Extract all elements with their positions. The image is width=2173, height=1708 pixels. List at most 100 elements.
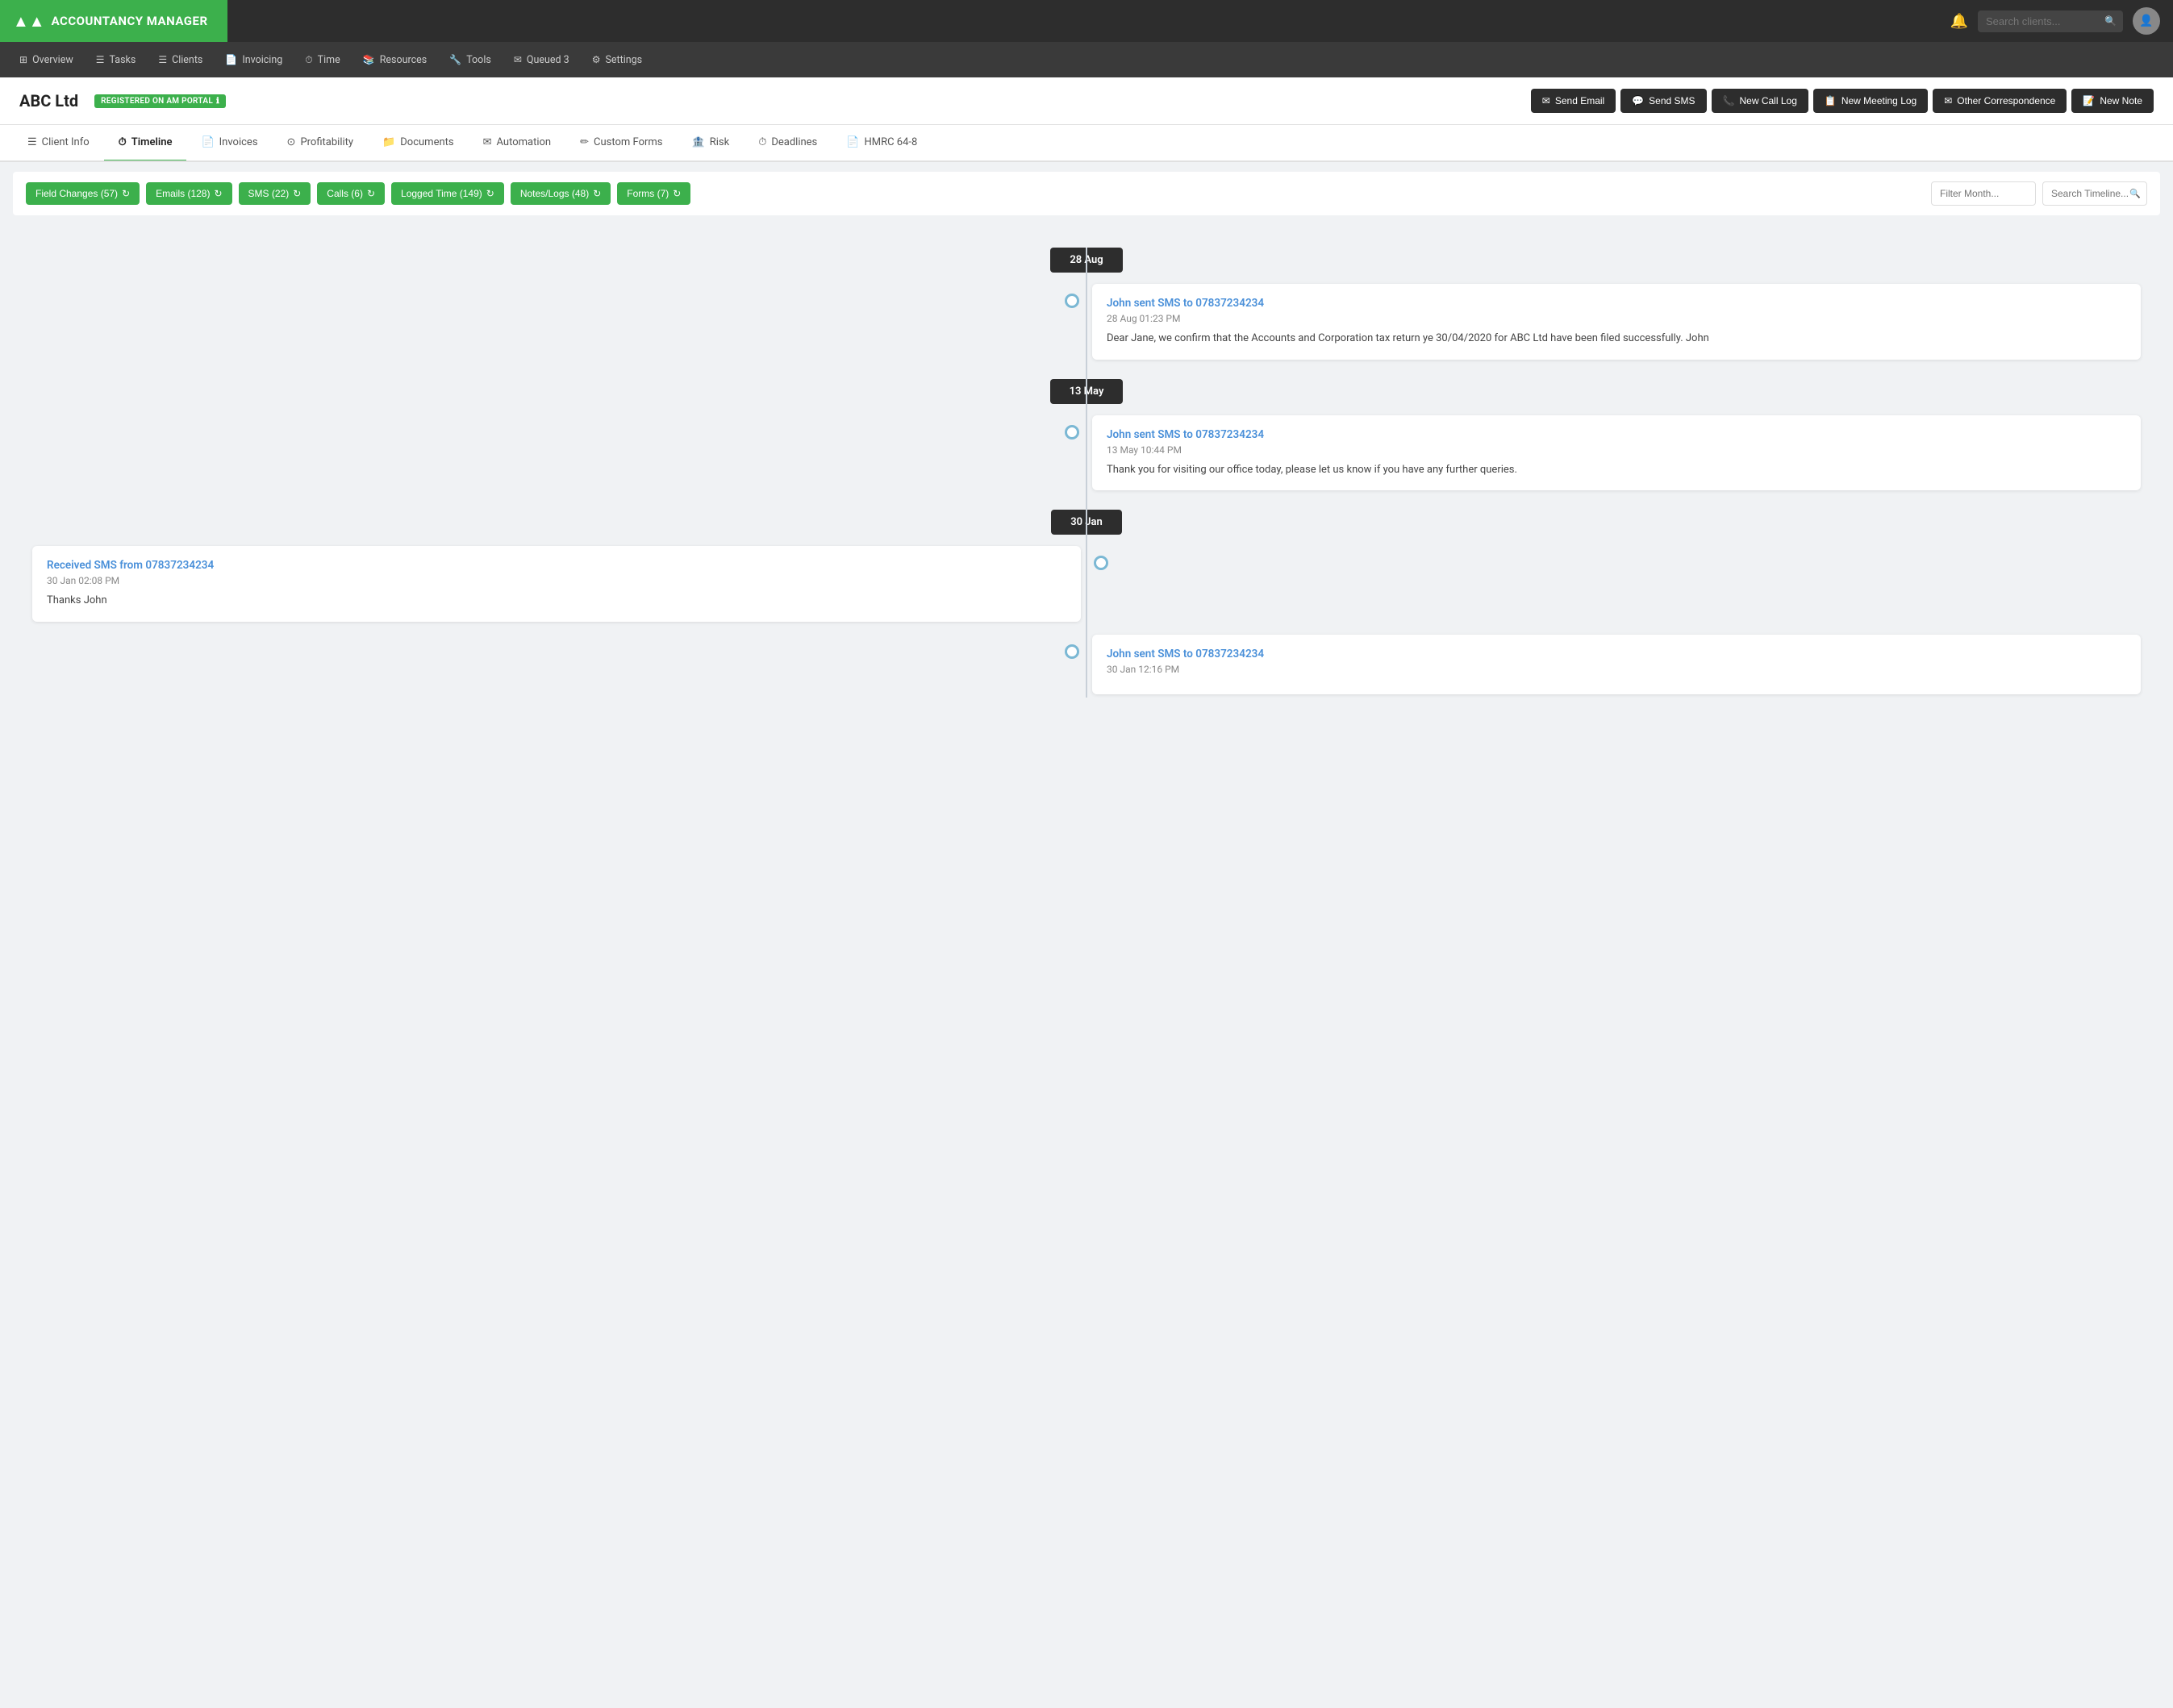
tab-risk-label: Risk — [710, 136, 729, 148]
tab-documents-label: Documents — [400, 136, 453, 148]
refresh-icon-7: ↻ — [673, 188, 681, 199]
new-call-log-button[interactable]: 📞 New Call Log — [1712, 89, 1808, 113]
avatar[interactable]: 👤 — [2133, 7, 2160, 35]
timeline-entry-2: John sent SMS to 07837234234 13 May 10:4… — [32, 412, 2141, 494]
nav-resources[interactable]: 📚 Resources — [353, 49, 437, 71]
content-area: Field Changes (57) ↻ Emails (128) ↻ SMS … — [0, 172, 2173, 733]
tab-deadlines-label: Deadlines — [771, 136, 817, 148]
tab-risk[interactable]: 🏦 Risk — [678, 125, 744, 162]
entry-title-4: John sent SMS to 07837234234 — [1107, 648, 2126, 660]
nav-settings-label: Settings — [605, 54, 642, 66]
risk-icon: 🏦 — [692, 136, 705, 148]
dot-col-2 — [1052, 412, 1092, 439]
nav-tasks-label: Tasks — [110, 54, 136, 66]
entry-card-2: John sent SMS to 07837234234 13 May 10:4… — [1092, 415, 2141, 491]
tab-deadlines[interactable]: ⏱ Deadlines — [744, 125, 832, 162]
tab-timeline[interactable]: ⏱ Timeline — [104, 125, 187, 162]
filter-field-changes[interactable]: Field Changes (57) ↻ — [26, 182, 140, 205]
tab-invoices[interactable]: 📄 Invoices — [186, 125, 272, 162]
main-nav: ⊞ Overview ☰ Tasks ☰ Clients 📄 Invoicing… — [0, 42, 2173, 77]
nav-tools-label: Tools — [466, 54, 491, 66]
logged-time-label: Logged Time (149) — [401, 188, 482, 199]
timeline-dot-3 — [1094, 556, 1108, 570]
emails-label: Emails (128) — [156, 188, 210, 199]
tasks-icon: ☰ — [96, 54, 105, 65]
deadlines-icon: ⏱ — [758, 136, 766, 148]
top-bar: ▲▲ ACCOUNTANCY MANAGER 🔔 🔍 👤 — [0, 0, 2173, 42]
tab-hmrc[interactable]: 📄 HMRC 64-8 — [832, 125, 932, 162]
tab-documents[interactable]: 📁 Documents — [368, 125, 469, 162]
tab-client-info-label: Client Info — [42, 136, 90, 148]
new-note-button[interactable]: 📝 New Note — [2071, 89, 2154, 113]
profitability-icon: ⊙ — [287, 136, 296, 148]
nav-overview[interactable]: ⊞ Overview — [10, 49, 83, 71]
entry-body-3: Thanks John — [47, 593, 1066, 609]
tab-automation[interactable]: ✉ Automation — [469, 125, 566, 162]
filter-notes-logs[interactable]: Notes/Logs (48) ↻ — [511, 182, 611, 205]
nav-settings[interactable]: ⚙ Settings — [582, 49, 652, 71]
entry-title-1: John sent SMS to 07837234234 — [1107, 297, 2126, 310]
calls-label: Calls (6) — [327, 188, 363, 199]
nav-tools[interactable]: 🔧 Tools — [440, 49, 501, 71]
tab-custom-forms[interactable]: ✏ Custom Forms — [565, 125, 677, 162]
send-sms-button[interactable]: 💬 Send SMS — [1620, 89, 1706, 113]
tab-automation-label: Automation — [497, 136, 552, 148]
tab-invoices-label: Invoices — [219, 136, 258, 148]
other-correspondence-label: Other Correspondence — [1957, 95, 2055, 106]
filter-month-input[interactable] — [1931, 181, 2036, 206]
call-log-icon: 📞 — [1723, 95, 1735, 106]
tools-icon: 🔧 — [449, 54, 461, 65]
nav-overview-label: Overview — [32, 54, 73, 66]
nav-time[interactable]: ⏱ Time — [295, 49, 349, 71]
nav-invoicing[interactable]: 📄 Invoicing — [215, 49, 292, 71]
send-email-button[interactable]: ✉ Send Email — [1531, 89, 1616, 113]
filter-sms[interactable]: SMS (22) ↻ — [239, 182, 311, 205]
entry-body-2: Thank you for visiting our office today,… — [1107, 462, 2126, 478]
overview-icon: ⊞ — [19, 54, 27, 65]
badge-info-icon: ℹ — [216, 97, 219, 106]
nav-queued[interactable]: ✉ Queued 3 — [504, 49, 579, 71]
nav-resources-label: Resources — [380, 54, 428, 66]
entry-card-1: John sent SMS to 07837234234 28 Aug 01:2… — [1092, 284, 2141, 360]
timeline-search-icon: 🔍 — [2129, 189, 2141, 199]
new-meeting-log-button[interactable]: 📋 New Meeting Log — [1813, 89, 1928, 113]
settings-icon: ⚙ — [592, 54, 601, 65]
nav-queued-label: Queued 3 — [527, 54, 569, 66]
filter-calls[interactable]: Calls (6) ↻ — [317, 182, 385, 205]
timeline-dot-2 — [1065, 425, 1079, 439]
invoices-icon: 📄 — [201, 136, 214, 148]
badge-text: REGISTERED ON AM PORTAL — [101, 97, 213, 106]
send-email-label: Send Email — [1555, 95, 1604, 106]
meeting-log-icon: 📋 — [1825, 95, 1837, 106]
timeline-entry-4: John sent SMS to 07837234234 30 Jan 12:1… — [32, 631, 2141, 698]
clients-icon: ☰ — [158, 54, 167, 65]
entry-time-3: 30 Jan 02:08 PM — [47, 575, 1066, 586]
filter-forms[interactable]: Forms (7) ↻ — [617, 182, 690, 205]
tab-custom-forms-label: Custom Forms — [594, 136, 662, 148]
filter-right: 🔍 — [1931, 181, 2147, 206]
tab-hmrc-label: HMRC 64-8 — [864, 136, 917, 148]
filter-search-wrapper: 🔍 — [2042, 181, 2147, 206]
refresh-icon-2: ↻ — [214, 188, 222, 199]
filter-bar: Field Changes (57) ↻ Emails (128) ↻ SMS … — [13, 172, 2160, 215]
field-changes-label: Field Changes (57) — [35, 188, 118, 199]
filter-logged-time[interactable]: Logged Time (149) ↻ — [391, 182, 504, 205]
nav-tasks[interactable]: ☰ Tasks — [86, 49, 146, 71]
queued-icon: ✉ — [514, 54, 522, 65]
other-correspondence-button[interactable]: ✉ Other Correspondence — [1933, 89, 2067, 113]
tab-client-info[interactable]: ☰ Client Info — [13, 125, 104, 162]
client-search-input[interactable] — [1978, 10, 2123, 32]
nav-clients[interactable]: ☰ Clients — [148, 49, 212, 71]
bell-icon[interactable]: 🔔 — [1950, 13, 1968, 30]
sms-label: SMS (22) — [248, 188, 290, 199]
search-wrapper: 🔍 — [1978, 10, 2123, 32]
refresh-icon-1: ↻ — [122, 188, 130, 199]
tab-profitability[interactable]: ⊙ Profitability — [273, 125, 369, 162]
entry-title-3: Received SMS from 07837234234 — [47, 559, 1066, 572]
refresh-icon-6: ↻ — [593, 188, 601, 199]
timeline-container: 28 Aug John sent SMS to 07837234234 28 A… — [13, 215, 2160, 720]
filter-emails[interactable]: Emails (128) ↻ — [146, 182, 231, 205]
send-sms-label: Send SMS — [1649, 95, 1695, 106]
client-info-icon: ☰ — [27, 136, 37, 148]
timeline-entry: John sent SMS to 07837234234 28 Aug 01:2… — [32, 281, 2141, 363]
